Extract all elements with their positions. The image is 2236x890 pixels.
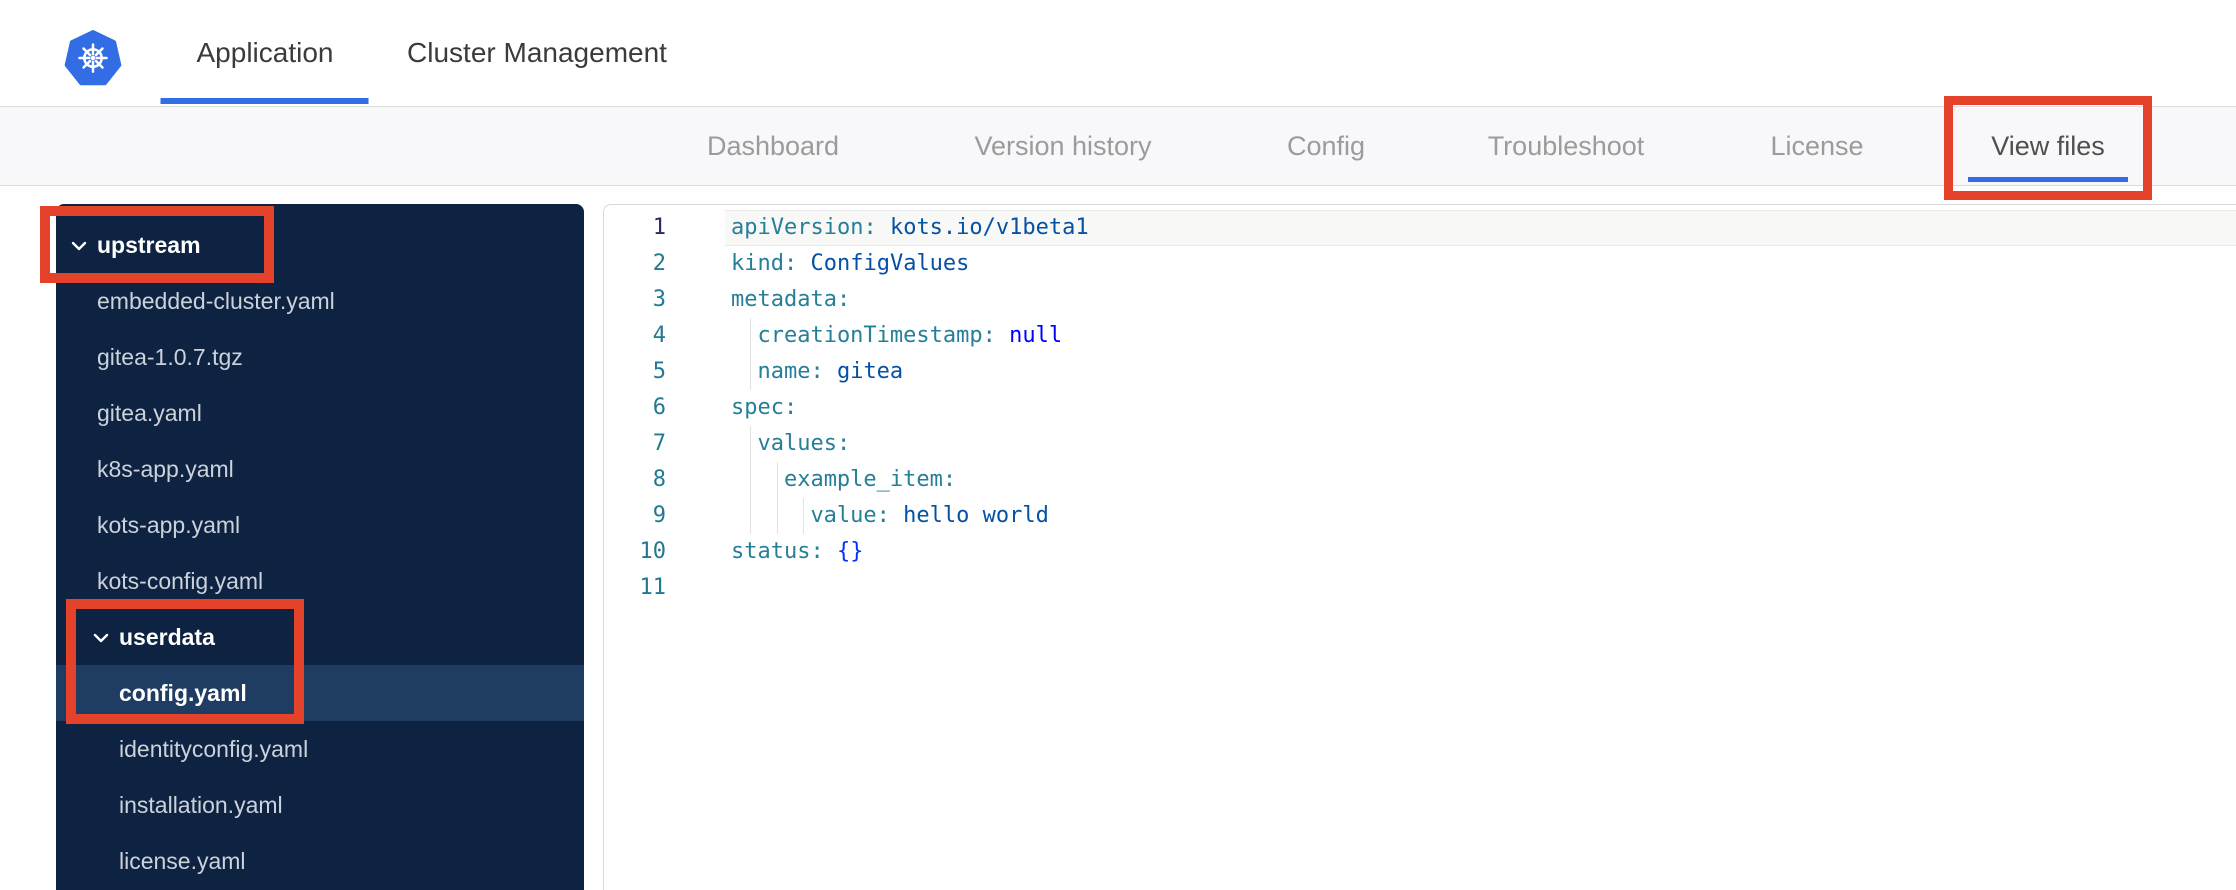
- subnav-tab-label: License: [1770, 130, 1864, 161]
- code-line-2: 2 kind: ConfigValues: [604, 246, 2236, 282]
- code-line-9: 9 value: hello world: [604, 498, 2236, 534]
- file-content-editor[interactable]: 1 apiVersion: kots.io/v1beta1 2 kind: Confi…: [603, 204, 2236, 890]
- tree-item-upstream[interactable]: upstream: [56, 217, 584, 273]
- indent-guide: [776, 462, 778, 498]
- tree-item-installation.yaml[interactable]: installation.yaml: [56, 777, 584, 833]
- code-text: creationTimestamp: null: [757, 323, 1063, 348]
- line-number: 7: [652, 431, 666, 456]
- chevron-down-icon: [93, 633, 109, 643]
- folder-label: upstream: [97, 231, 201, 258]
- indent-guide: [750, 462, 752, 498]
- file-label: config.yaml: [119, 679, 247, 706]
- file-label: k8s-app.yaml: [97, 455, 234, 482]
- tab-cluster-management-label: Cluster Management: [407, 37, 667, 68]
- file-label: gitea.yaml: [97, 399, 202, 426]
- code-line-1: 1 apiVersion: kots.io/v1beta1: [604, 210, 2236, 246]
- subnav-tab-label: Version history: [974, 130, 1152, 161]
- line-number: 9: [652, 503, 666, 528]
- code-line-11: 11: [604, 570, 2236, 606]
- tab-cluster-management[interactable]: Cluster Management: [407, 0, 667, 106]
- code-text: example_item:: [783, 467, 957, 492]
- subnav-tab-label: View files: [1991, 130, 2105, 161]
- line-number: 11: [639, 575, 667, 600]
- file-label: license.yaml: [119, 847, 246, 874]
- code-text: values:: [757, 431, 851, 456]
- indent-guide: [750, 318, 752, 354]
- active-subnav-underline: [1968, 177, 2128, 182]
- code-text: kind: ConfigValues: [731, 251, 970, 276]
- indent-guide: [803, 498, 805, 534]
- tree-item-k8s-app.yaml[interactable]: k8s-app.yaml: [56, 441, 584, 497]
- indent-guide: [750, 426, 752, 462]
- chevron-down-icon: [71, 241, 87, 251]
- line-number: 1: [652, 215, 666, 240]
- active-tab-underline: [160, 98, 369, 104]
- tree-item-kots-app.yaml[interactable]: kots-app.yaml: [56, 497, 584, 553]
- tree-item-userdata[interactable]: userdata: [56, 609, 584, 665]
- code-line-10: 10 status: {}: [604, 534, 2236, 570]
- tree-item-config.yaml[interactable]: config.yaml: [56, 665, 584, 721]
- tree-item-gitea-1.0.7.tgz[interactable]: gitea-1.0.7.tgz: [56, 329, 584, 385]
- code-line-5: 5 name: gitea: [604, 354, 2236, 390]
- app-subnav: Dashboard Version history Config Troublesho…: [0, 107, 2236, 186]
- tree-item-embedded-cluster.yaml[interactable]: embedded-cluster.yaml: [56, 273, 584, 329]
- kubernetes-logo: [64, 30, 122, 86]
- subnav-tab-version-history[interactable]: Version history: [974, 107, 1151, 185]
- tree-item-gitea.yaml[interactable]: gitea.yaml: [56, 385, 584, 441]
- code-line-8: 8 example_item:: [604, 462, 2236, 498]
- indent-guide: [776, 498, 778, 534]
- kots-admin-console: Application Cluster Management Dashboard…: [0, 0, 2236, 890]
- code-line-3: 3 metadata:: [604, 282, 2236, 318]
- line-number: 2: [652, 251, 666, 276]
- code-text: status: {}: [731, 539, 864, 564]
- tab-application-label: Application: [196, 37, 334, 68]
- subnav-tab-label: Dashboard: [706, 130, 840, 161]
- code-text: apiVersion: kots.io/v1beta1: [731, 215, 1089, 240]
- code-line-4: 4 creationTimestamp: null: [604, 318, 2236, 354]
- file-label: gitea-1.0.7.tgz: [97, 343, 243, 370]
- file-label: kots-app.yaml: [97, 511, 241, 538]
- code-text: name: gitea: [757, 359, 904, 384]
- code-line-6: 6 spec:: [604, 390, 2236, 426]
- file-label: embedded-cluster.yaml: [97, 287, 335, 314]
- line-number: 4: [652, 323, 666, 348]
- tree-item-identityconfig.yaml[interactable]: identityconfig.yaml: [56, 721, 584, 777]
- app-header: Application Cluster Management: [0, 0, 2236, 107]
- code-line-7: 7 values:: [604, 426, 2236, 462]
- line-number: 5: [652, 359, 666, 384]
- line-number: 8: [652, 467, 666, 492]
- line-number: 10: [639, 539, 667, 564]
- subnav-tab-troubleshoot[interactable]: Troubleshoot: [1488, 107, 1645, 185]
- subnav-tab-label: Troubleshoot: [1487, 130, 1645, 161]
- code-text: metadata:: [731, 287, 851, 312]
- tree-item-kots-config.yaml[interactable]: kots-config.yaml: [56, 553, 584, 609]
- line-number: 6: [652, 395, 666, 420]
- file-label: kots-config.yaml: [97, 567, 264, 594]
- subnav-tab-dashboard[interactable]: Dashboard: [707, 107, 839, 185]
- file-tree-sidebar: upstream embedded-cluster.yaml gitea-1.0.7…: [56, 204, 584, 890]
- line-number: 3: [652, 287, 666, 312]
- folder-label: userdata: [119, 623, 215, 650]
- file-label: installation.yaml: [119, 791, 283, 818]
- indent-guide: [750, 498, 752, 534]
- tree-item-license.yaml[interactable]: license.yaml: [56, 833, 584, 889]
- subnav-tab-license[interactable]: License: [1770, 107, 1863, 185]
- subnav-tab-config[interactable]: Config: [1287, 107, 1365, 185]
- subnav-tab-label: Config: [1286, 130, 1366, 161]
- file-label: identityconfig.yaml: [119, 735, 309, 762]
- subnav-tab-view-files[interactable]: View files: [1991, 107, 2105, 185]
- indent-guide: [750, 354, 752, 390]
- code-text: value: hello world: [810, 503, 1049, 528]
- code-text: spec:: [731, 395, 798, 420]
- tab-application[interactable]: Application: [160, 0, 369, 106]
